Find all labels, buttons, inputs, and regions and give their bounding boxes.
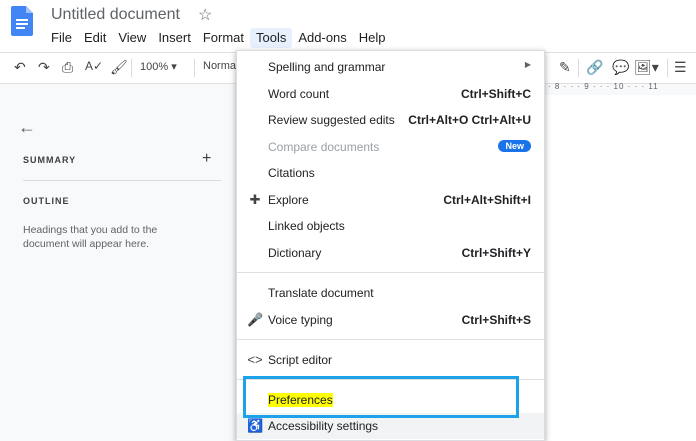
menu-item-shortcut: Ctrl+Alt+Shift+I bbox=[443, 193, 531, 207]
outline-hint: Headings that you add to the document wi… bbox=[23, 224, 158, 250]
new-badge: New bbox=[498, 140, 531, 152]
zoom-select[interactable]: 100% ▾ bbox=[140, 60, 177, 73]
menu-item-label: Citations bbox=[268, 166, 315, 180]
menu-item-review-edits[interactable]: Review suggested edits Ctrl+Alt+O Ctrl+A… bbox=[237, 107, 544, 133]
menu-item-shortcut: Ctrl+Alt+O Ctrl+Alt+U bbox=[408, 113, 531, 127]
menu-help[interactable]: Help bbox=[353, 28, 392, 48]
menu-item-shortcut: Ctrl+Shift+S bbox=[461, 313, 531, 327]
menu-item-dictionary[interactable]: Dictionary Ctrl+Shift+Y bbox=[237, 240, 544, 266]
submenu-arrow-icon: ▶ bbox=[524, 60, 531, 69]
toolbar-divider bbox=[667, 59, 668, 77]
print-icon[interactable]: ⎙ bbox=[62, 59, 73, 76]
menu-view[interactable]: View bbox=[112, 28, 152, 48]
menu-divider bbox=[237, 272, 544, 273]
menu-item-shortcut: Ctrl+Shift+Y bbox=[461, 246, 531, 260]
comment-icon[interactable]: 💬 bbox=[612, 59, 629, 76]
menu-item-citations[interactable]: Citations bbox=[237, 160, 544, 186]
menu-item-shortcut: Ctrl+Shift+C bbox=[460, 87, 531, 101]
menu-item-label: Linked objects bbox=[268, 219, 345, 233]
document-title[interactable]: Untitled document bbox=[51, 6, 180, 24]
menu-item-label: Accessibility settings bbox=[268, 419, 379, 433]
explore-icon: ✚ bbox=[249, 192, 261, 207]
highlight-pen-icon[interactable]: ✎ bbox=[559, 59, 571, 76]
menu-item-voice-typing[interactable]: 🎤 Voice typing Ctrl+Shift+S bbox=[237, 307, 544, 333]
outline-heading: OUTLINE bbox=[23, 196, 70, 206]
paint-format-icon[interactable]: 🖌 bbox=[110, 59, 128, 76]
menu-item-label: Translate document bbox=[268, 286, 374, 300]
menu-format[interactable]: Format bbox=[197, 28, 250, 48]
menu-item-word-count[interactable]: Word count Ctrl+Shift+C bbox=[237, 81, 544, 107]
menu-item-label: Dictionary bbox=[268, 246, 322, 260]
microphone-icon: 🎤 bbox=[247, 312, 264, 327]
menu-edit[interactable]: Edit bbox=[78, 28, 112, 48]
outline-pane bbox=[6, 95, 236, 441]
align-left-icon[interactable]: ☰ bbox=[674, 59, 687, 76]
add-summary-icon[interactable]: + bbox=[202, 150, 211, 168]
style-select[interactable]: Normal bbox=[203, 60, 238, 72]
back-arrow-icon[interactable]: ← bbox=[18, 117, 36, 138]
docs-logo-icon[interactable] bbox=[11, 6, 33, 36]
menu-item-compare-documents[interactable]: Compare documents New bbox=[237, 134, 544, 160]
accessibility-icon: ♿ bbox=[247, 418, 264, 433]
menu-item-label: Spelling and grammar bbox=[268, 60, 386, 74]
toolbar-divider bbox=[578, 59, 579, 77]
menu-item-label: Explore bbox=[268, 193, 309, 207]
code-icon: <> bbox=[247, 352, 263, 367]
menu-file[interactable]: File bbox=[45, 28, 78, 48]
menu-item-label: Voice typing bbox=[268, 313, 333, 327]
spellcheck-icon[interactable]: A✓ bbox=[85, 59, 103, 73]
menu-bar: File Edit View Insert Format Tools Add-o… bbox=[45, 28, 392, 48]
menu-item-explore[interactable]: ✚ Explore Ctrl+Alt+Shift+I bbox=[237, 187, 544, 213]
title-bar: Untitled document ☆ File Edit View Inser… bbox=[0, 0, 696, 52]
menu-item-script-editor[interactable]: <> Script editor bbox=[237, 347, 544, 373]
image-icon[interactable]: 🖼▾ bbox=[634, 59, 659, 76]
redo-icon[interactable]: ↷ bbox=[38, 59, 50, 76]
highlight-box bbox=[243, 376, 519, 418]
menu-item-label: Word count bbox=[268, 87, 330, 101]
menu-item-spelling-grammar[interactable]: Spelling and grammar ▶ bbox=[237, 54, 544, 80]
summary-heading: SUMMARY bbox=[23, 155, 77, 165]
menu-insert[interactable]: Insert bbox=[152, 28, 197, 48]
undo-icon[interactable]: ↶ bbox=[14, 59, 26, 76]
menu-item-label: Compare documents bbox=[268, 140, 380, 154]
zoom-value: 100% bbox=[140, 61, 169, 73]
toolbar-divider bbox=[194, 59, 195, 77]
ruler: · 8 · · · 9 · · · 10 · · · 11 bbox=[548, 82, 659, 91]
menu-item-label: Script editor bbox=[268, 353, 333, 367]
menu-addons[interactable]: Add-ons bbox=[292, 28, 352, 48]
link-icon[interactable]: 🔗 bbox=[586, 59, 603, 76]
outline-divider bbox=[23, 180, 221, 181]
menu-tools[interactable]: Tools bbox=[250, 28, 293, 48]
menu-item-label: Review suggested edits bbox=[268, 113, 395, 127]
toolbar-divider bbox=[131, 59, 132, 77]
menu-divider bbox=[237, 339, 544, 340]
menu-item-linked-objects[interactable]: Linked objects bbox=[237, 213, 544, 239]
star-icon[interactable]: ☆ bbox=[198, 5, 212, 25]
menu-item-translate-document[interactable]: Translate document bbox=[237, 280, 544, 306]
